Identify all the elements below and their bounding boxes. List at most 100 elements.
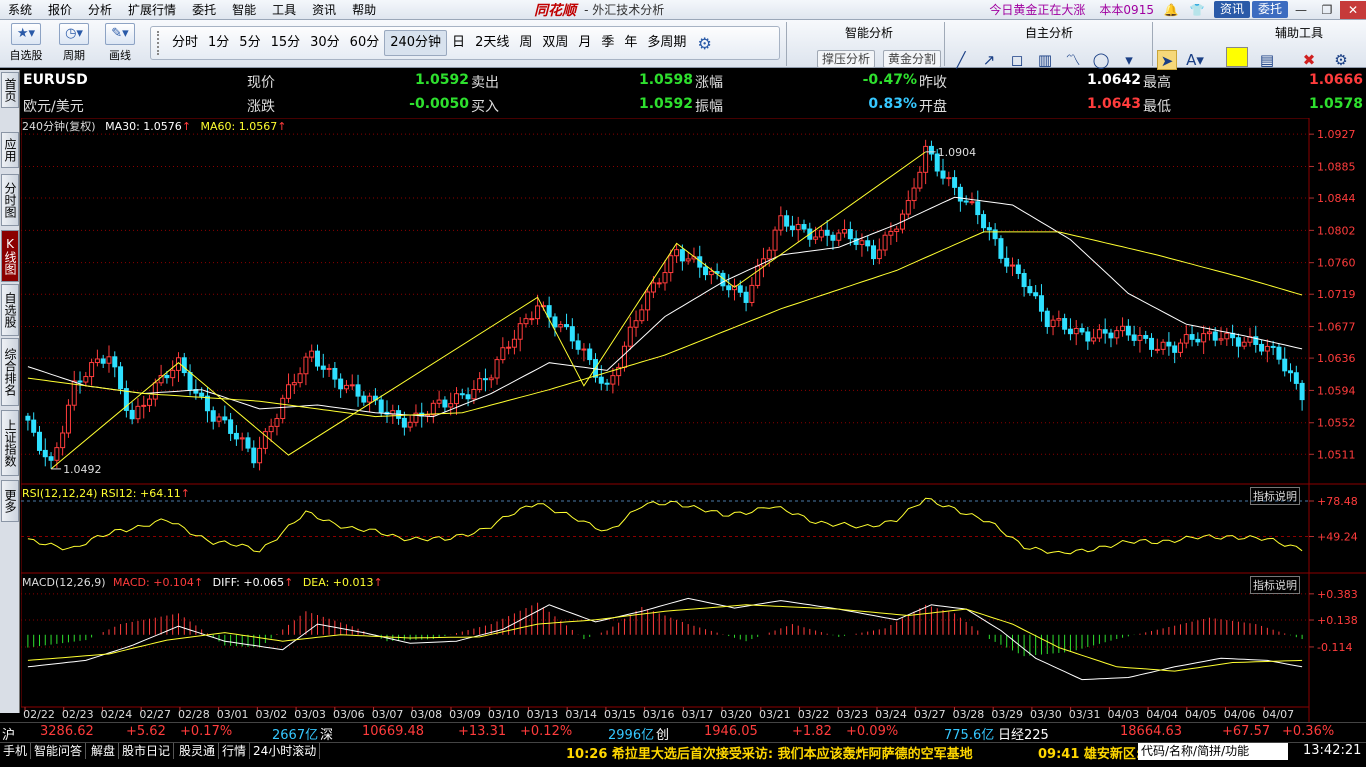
menu-smart[interactable]: 智能 — [224, 0, 264, 20]
up-arrow-icon: ↑ — [193, 576, 204, 589]
cursor-icon[interactable]: ➤ — [1157, 50, 1177, 70]
tab-linktong[interactable]: 股灵通 — [176, 743, 220, 759]
arrow-line-icon[interactable]: ↗ — [979, 50, 999, 70]
ma30-legend: MA30: 1.0576 — [105, 120, 182, 133]
delete-drawing-icon[interactable]: ✖ — [1299, 50, 1319, 70]
drag-handle[interactable] — [157, 31, 163, 55]
line-tool-icon[interactable]: ╱ — [951, 50, 971, 70]
period-2week[interactable]: 双周 — [537, 31, 573, 55]
candle-down — [1079, 327, 1085, 333]
channel-tool-icon[interactable]: ▥ — [1035, 50, 1055, 70]
macd-legend: MACD(12,26,9) MACD: +0.104↑ DIFF: +0.065… — [22, 576, 383, 589]
macd-tick-label: -0.114 — [1317, 641, 1352, 654]
tab-24h[interactable]: 24小时滚动 — [250, 743, 321, 759]
draw-button[interactable]: ✎▾ 画线 — [98, 23, 142, 65]
period-month[interactable]: 月 — [573, 31, 596, 55]
candle-down — [164, 374, 170, 379]
candle-up — [1073, 327, 1079, 335]
candle-down — [1108, 332, 1114, 339]
candle-down — [830, 234, 836, 241]
maximize-icon[interactable]: ❐ — [1314, 1, 1340, 19]
news-ticker-1[interactable]: 10:26 希拉里大选后首次接受采访: 我们本应该轰炸阿萨德的空军基地 — [566, 743, 973, 762]
candle-down — [31, 419, 37, 433]
label-amplitude: 振幅 — [695, 99, 723, 115]
kline-chart[interactable]: 1.0927 1.0885 1.0844 1.0802 1.0760 1.0719 1.06… — [21, 118, 1366, 722]
period-1m[interactable]: 1分 — [203, 31, 234, 55]
tab-review[interactable]: 解盘 — [88, 743, 120, 759]
support-resistance-button[interactable]: 撑压分析 — [817, 50, 876, 68]
value-buy: 1.0592 — [638, 96, 693, 112]
more-tools-icon[interactable]: ▾ — [1119, 50, 1139, 70]
headline-link[interactable]: 今日黄金正在大涨 — [989, 1, 1085, 18]
candle-down — [1085, 331, 1091, 342]
side-tab-kline[interactable]: K线图 — [1, 230, 19, 282]
tab-qa[interactable]: 智能问答 — [31, 743, 87, 759]
menu-extended[interactable]: 扩展行情 — [120, 0, 184, 20]
period-day[interactable]: 日 — [447, 31, 470, 55]
settings-icon[interactable]: ⚙ — [1331, 50, 1351, 70]
tab-diary[interactable]: 股市日记 — [119, 743, 175, 759]
trade-tab-button[interactable]: 委托 — [1251, 1, 1288, 18]
period-240m[interactable]: 240分钟 — [384, 30, 448, 56]
gear-icon[interactable]: ⚙ — [697, 34, 711, 53]
side-tab-watchlist[interactable]: 自选股 — [1, 284, 19, 336]
candle-up — [766, 249, 772, 260]
shirt-icon[interactable]: 👕 — [1188, 3, 1206, 17]
menu-trade[interactable]: 委托 — [184, 0, 224, 20]
candle-up — [1010, 264, 1016, 267]
wave-tool-icon[interactable]: 〽 — [1063, 50, 1083, 70]
candle-down — [546, 305, 552, 318]
up-arrow-icon: ↑ — [373, 576, 383, 589]
side-tab-apps[interactable]: 应用 — [1, 132, 19, 168]
rsi-help-button[interactable]: 指标说明 — [1250, 487, 1300, 505]
period-intraday[interactable]: 分时 — [167, 31, 203, 55]
news-tab-button[interactable]: 资讯 — [1213, 1, 1250, 18]
candle-down — [233, 432, 239, 440]
text-tool-icon[interactable]: A▾ — [1185, 50, 1205, 70]
watchlist-button[interactable]: ★▾ 自选股 — [4, 23, 48, 65]
close-icon[interactable]: ✕ — [1340, 0, 1366, 19]
color-picker[interactable] — [1226, 47, 1248, 67]
bell-icon[interactable]: 🔔 — [1162, 3, 1180, 17]
candle-down — [112, 356, 118, 368]
smart-analysis-title: 智能分析 — [845, 26, 894, 40]
side-tab-home[interactable]: 首页 — [1, 72, 19, 108]
rect-tool-icon[interactable]: ◻ — [1007, 50, 1027, 70]
period-multi[interactable]: 多周期 — [642, 31, 691, 55]
candle-down — [482, 378, 488, 381]
menu-system[interactable]: 系统 — [0, 0, 40, 20]
side-tab-more[interactable]: 更多 — [1, 480, 19, 522]
period-button[interactable]: ◷▾ 周期 — [52, 23, 96, 65]
tab-market[interactable]: 行情 — [219, 743, 251, 759]
code-search-input[interactable]: 代码/名称/简拼/功能 — [1138, 743, 1288, 760]
macd-help-button[interactable]: 指标说明 — [1250, 576, 1300, 594]
save-drawing-icon[interactable]: ▤ — [1257, 50, 1277, 70]
sh-change: +5.62 — [126, 724, 166, 739]
period-15m[interactable]: 15分 — [266, 31, 306, 55]
menu-help[interactable]: 帮助 — [344, 0, 384, 20]
menu-quote[interactable]: 报价 — [40, 0, 80, 20]
candle-down — [187, 372, 193, 391]
side-tab-intraday[interactable]: 分时图 — [1, 174, 19, 226]
side-tab-index[interactable]: 上证指数 — [1, 410, 19, 476]
period-2day[interactable]: 2天线 — [470, 31, 514, 55]
menu-info[interactable]: 资讯 — [304, 0, 344, 20]
candle-up — [523, 318, 529, 325]
candle-down — [575, 340, 581, 350]
menu-tools[interactable]: 工具 — [264, 0, 304, 20]
period-quarter[interactable]: 季 — [596, 31, 619, 55]
side-tab-ranking[interactable]: 综合排名 — [1, 338, 19, 406]
period-5m[interactable]: 5分 — [234, 31, 265, 55]
candle-down — [1172, 345, 1178, 353]
ellipse-tool-icon[interactable]: ◯ — [1091, 50, 1111, 70]
golden-ratio-button[interactable]: 黄金分割 — [883, 50, 942, 68]
date-label: 03/16 — [643, 708, 675, 721]
period-30m[interactable]: 30分 — [305, 31, 345, 55]
period-year[interactable]: 年 — [619, 31, 642, 55]
period-week[interactable]: 周 — [514, 31, 537, 55]
menu-analysis[interactable]: 分析 — [80, 0, 120, 20]
tab-mobile[interactable]: 手机 — [0, 743, 32, 759]
news-ticker-2[interactable]: 09:41 雄安新区: — [1038, 743, 1141, 762]
minimize-icon[interactable]: — — [1288, 1, 1314, 19]
period-60m[interactable]: 60分 — [345, 31, 385, 55]
